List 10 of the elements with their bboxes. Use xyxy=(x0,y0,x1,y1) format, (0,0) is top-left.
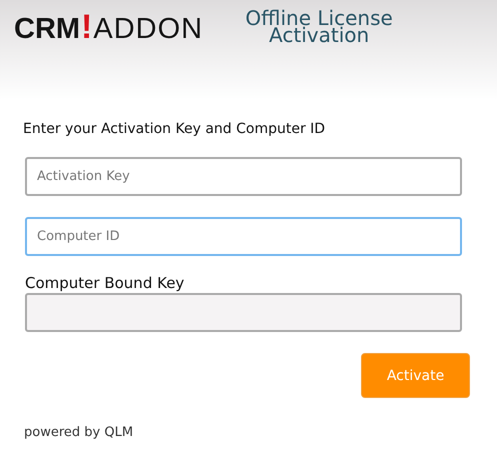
field-label: Computer Bound Key xyxy=(25,274,186,292)
logo-mark: ! xyxy=(81,8,92,47)
logo-text: ADDON xyxy=(93,13,204,46)
page-title: Offline License Activation xyxy=(244,8,394,44)
input-field[interactable]: Activation Key xyxy=(25,157,462,196)
instruction-text: Enter your Activation Key and Computer ID xyxy=(23,121,326,137)
input-field[interactable]: Computer ID xyxy=(25,217,462,256)
footer-text: powered by QLM xyxy=(24,425,134,440)
logo-text: CRM xyxy=(14,13,80,46)
activate-button[interactable]: Activate xyxy=(361,353,470,398)
